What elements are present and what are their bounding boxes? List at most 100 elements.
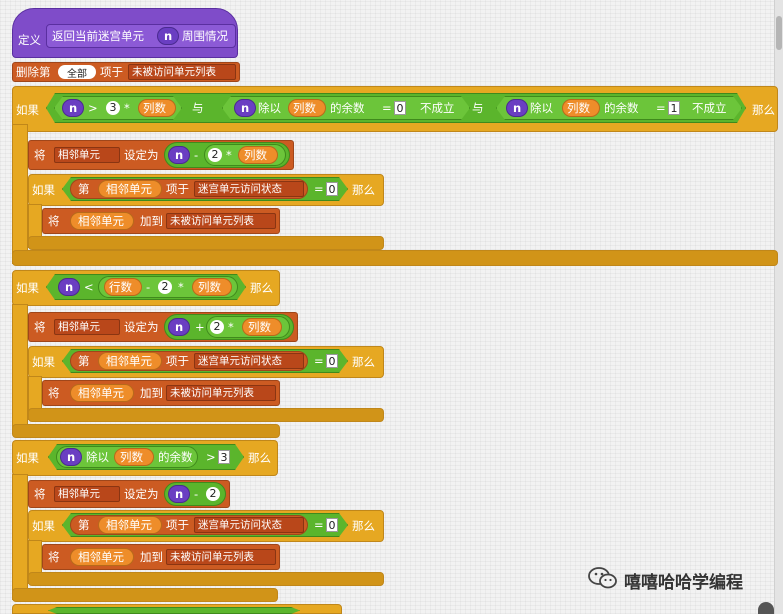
if1-mod1-not: 不成立	[420, 101, 455, 115]
if3-inner-nth: 第	[78, 518, 90, 532]
if1-mod1-value-text: 0	[396, 102, 404, 115]
if1-set-times: *	[226, 148, 232, 162]
if1-set-cols-label: 列数	[244, 148, 267, 162]
if2-add-var-label: 相邻单元	[78, 386, 124, 400]
scrollbar-thumb[interactable]	[776, 16, 782, 50]
if1-cols-label: 列数	[143, 101, 166, 115]
if3-inner-eq-op: =	[314, 518, 324, 532]
if1-mod2-eq: =	[656, 101, 666, 115]
if2-two[interactable]: 2	[158, 280, 172, 294]
if3-add-label: 将	[48, 550, 60, 564]
if2-add-to: 加到	[140, 386, 163, 400]
if3-set-two-value: 2	[209, 487, 217, 500]
if2-set-var: 相邻单元	[58, 321, 100, 333]
define-text: 返回当前迷宫单元	[52, 29, 144, 43]
if1-mod1-cols-label: 列数	[293, 101, 316, 115]
if-block-2-arm	[12, 304, 28, 434]
delete-list-name: 未被访问单元列表	[132, 66, 216, 78]
if3-add-to: 加到	[140, 550, 163, 564]
if1-mod2-not: 不成立	[692, 101, 727, 115]
if1-mod1-n-label: n	[241, 101, 250, 115]
if1-inner-list: 迷宫单元访问状态	[198, 183, 282, 195]
if1-set-to: 设定为	[124, 148, 159, 162]
if1-set-var: 相邻单元	[58, 149, 100, 161]
if1-mod1-div: 除以	[258, 101, 281, 115]
if-block-1-bottom	[12, 250, 778, 266]
if3-set-var: 相邻单元	[58, 488, 100, 500]
if1-gt-op: >	[88, 101, 98, 115]
if2-set-label: 将	[34, 320, 46, 334]
if2-then: 那么	[250, 281, 273, 295]
if1-mod2-value[interactable]: 1	[668, 101, 680, 115]
if3-rem: 的余数	[158, 450, 193, 464]
watermark-logo-icon	[588, 566, 618, 590]
delete-which-dropdown[interactable]: 全部	[58, 65, 96, 80]
delete-which-value: 全部	[67, 69, 87, 80]
if1-add-label: 将	[48, 214, 60, 228]
delete-of: 项于	[100, 65, 123, 79]
if1-three[interactable]: 3	[106, 101, 120, 115]
if3-inner-list: 迷宫单元访问状态	[198, 519, 282, 531]
if2-inner-item-of: 项于	[166, 354, 189, 368]
if1-mod2-div: 除以	[530, 101, 553, 115]
if3-set-two[interactable]: 2	[206, 487, 220, 501]
if1-mod1-value[interactable]: 0	[394, 101, 406, 115]
if-block-1-arm	[12, 124, 28, 264]
if1-three-value: 3	[109, 101, 117, 114]
if2-label: 如果	[16, 281, 39, 295]
if2-inner-zero[interactable]: 0	[326, 354, 338, 368]
if1-inner-nth: 第	[78, 182, 90, 196]
if1-and-2: 与	[472, 101, 484, 115]
if1-set-minus: -	[194, 148, 199, 162]
if2-inner-nth: 第	[78, 354, 90, 368]
if1-inner-eq-op: =	[314, 182, 324, 196]
if3-set-to: 设定为	[124, 487, 159, 501]
if2-set-two-value: 2	[213, 320, 221, 333]
if1-var-n-label: n	[69, 101, 78, 115]
if3-set-label: 将	[34, 487, 46, 501]
if1-add-to: 加到	[140, 214, 163, 228]
if1-mod2-rem: 的余数	[604, 101, 639, 115]
if3-cols-label: 列数	[120, 450, 143, 464]
if3-mod-div: 除以	[86, 450, 109, 464]
if1-inner-label: 如果	[32, 183, 55, 197]
if3-var-n-label: n	[67, 450, 76, 464]
if3-set-minus: -	[194, 487, 199, 501]
watermark-text: 嘻嘻哈哈学编程	[624, 573, 743, 593]
if2-set-two[interactable]: 2	[210, 320, 224, 334]
if2-cols-label: 列数	[198, 280, 221, 294]
if3-inner-then: 那么	[352, 519, 375, 533]
if1-set-label: 将	[34, 148, 46, 162]
if4-condition-partial[interactable]	[48, 607, 300, 614]
if2-rows-label: 行数	[109, 280, 132, 294]
if2-set-cols-label: 列数	[248, 320, 271, 334]
if1-mod2-value-text: 1	[670, 102, 678, 115]
if1-inner-item-of: 项于	[166, 182, 189, 196]
if3-set-n-label: n	[175, 487, 184, 501]
scroll-corner-icon[interactable]	[758, 602, 774, 614]
if2-add-list: 未被访问单元列表	[170, 387, 254, 399]
if2-set-to: 设定为	[124, 320, 159, 334]
define-label: 定义	[18, 33, 41, 47]
if2-inner-var-label: 相邻单元	[106, 354, 152, 368]
if2-inner-eq-op: =	[314, 354, 324, 368]
if2-add-label: 将	[48, 386, 60, 400]
if1-inner-zero[interactable]: 0	[326, 182, 338, 196]
if2-inner-bottom	[28, 408, 384, 422]
if3-three-text: 3	[220, 451, 228, 464]
if2-inner-zero-text: 0	[328, 355, 336, 368]
if1-mod2-cols-label: 列数	[567, 101, 590, 115]
if-block-3-arm	[12, 474, 28, 600]
if1-add-var-label: 相邻单元	[78, 214, 124, 228]
if2-two-value: 2	[161, 280, 169, 293]
if3-inner-zero[interactable]: 0	[326, 518, 338, 532]
if3-inner-bottom	[28, 572, 384, 586]
if1-inner-var-label: 相邻单元	[106, 182, 152, 196]
if3-three[interactable]: 3	[218, 450, 230, 464]
if2-times: *	[178, 280, 184, 294]
if1-mod2-n-label: n	[513, 101, 522, 115]
if1-set-two[interactable]: 2	[208, 148, 222, 162]
if1-then: 那么	[752, 103, 775, 117]
if3-gt-op: >	[206, 450, 216, 464]
if1-mod1-rem: 的余数	[330, 101, 365, 115]
